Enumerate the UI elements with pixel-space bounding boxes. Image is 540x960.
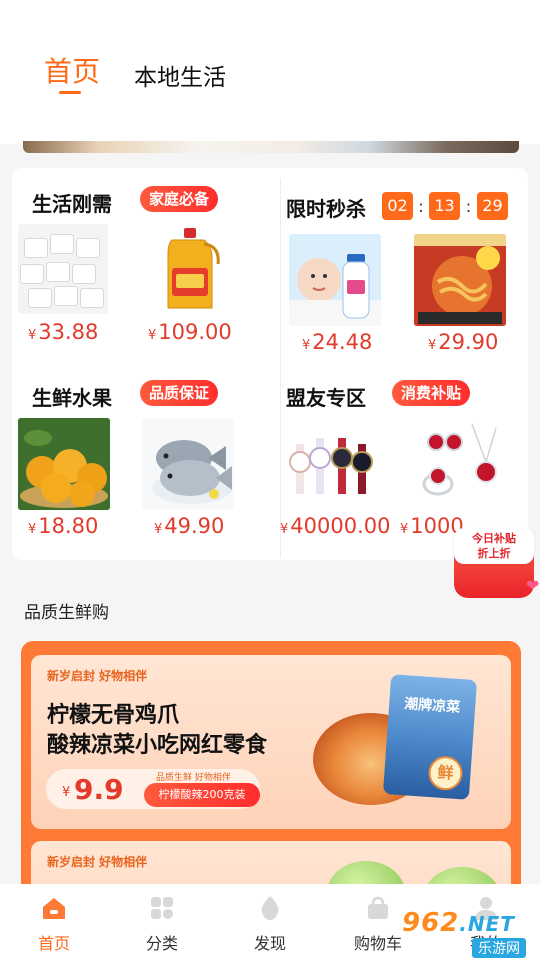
currency-symbol: ¥ [62, 785, 71, 800]
section-title-fresh-fruit[interactable]: 生鲜水果 [32, 382, 112, 411]
heart-icon: ❤ [526, 576, 540, 595]
section-title-daily[interactable]: 生活刚需 [32, 188, 112, 217]
nav-discover[interactable]: 发现 [230, 894, 310, 954]
product-price: ¥49.90 [154, 514, 225, 538]
tab-active-indicator [59, 91, 81, 94]
product-image-oranges[interactable] [18, 418, 110, 510]
product-image-ruby-jewelry[interactable] [414, 418, 506, 510]
nav-category[interactable]: 分类 [122, 894, 202, 954]
promo-headline: 柠檬无骨鸡爪 [47, 703, 180, 728]
promo-kicker: 新岁启封 好物相伴 [47, 669, 148, 683]
banner-carousel[interactable] [23, 141, 519, 153]
product-image-tissue[interactable] [18, 224, 108, 314]
tab-local-life[interactable]: 本地生活 [134, 58, 226, 92]
section-divider [280, 178, 281, 558]
product-price: ¥18.80 [28, 514, 99, 538]
category-icon [151, 897, 173, 919]
product-price: ¥29.90 [428, 330, 499, 354]
section-badge-daily: 家庭必备 [140, 186, 219, 212]
product-price: ¥33.88 [28, 320, 99, 344]
home-icon [43, 898, 65, 919]
timer-seconds: 29 [477, 192, 508, 220]
product-image-pomfret-fish[interactable] [142, 418, 234, 510]
promo-price-tag: 品质生鲜 好物相伴 [156, 773, 231, 783]
timer-minutes: 13 [429, 192, 460, 220]
section-title-flash-sale[interactable]: 限时秒杀 [286, 193, 366, 222]
countdown-timer: 02 : 13 : 29 [382, 192, 508, 220]
promo-kicker: 新岁启封 好物相伴 [47, 855, 148, 869]
promo-price-pill[interactable]: ¥ 9.9 品质生鲜 好物相伴 柠檬酸辣200克装 [45, 768, 261, 810]
product-price: ¥24.48 [302, 330, 373, 354]
tab-home[interactable]: 首页 [44, 50, 100, 90]
product-image-baby-lotion[interactable] [289, 234, 381, 326]
promo-card-chicken-feet[interactable]: 新岁启封 好物相伴 柠檬无骨鸡爪 酸辣凉菜小吃网红零食 ¥ 9.9 品质生鲜 好… [31, 655, 511, 829]
discover-icon [261, 896, 279, 920]
cart-icon [368, 896, 388, 919]
top-header: 首页 本地生活 [0, 0, 540, 144]
section-badge-alliance: 消费补贴 [392, 380, 471, 406]
subsidy-floating-button[interactable]: 今日补贴 折上折 ❤ [446, 526, 540, 600]
promo-buy-button[interactable]: 柠檬酸辣200克装 [144, 783, 260, 807]
product-price: ¥40000.00 [280, 514, 391, 538]
timer-hours: 02 [382, 192, 413, 220]
section-title-alliance[interactable]: 盟友专区 [286, 382, 366, 411]
nav-home[interactable]: 首页 [14, 894, 94, 954]
quality-fresh-title: 品质生鲜购 [24, 603, 109, 623]
product-image-spicy-noodle[interactable] [414, 234, 506, 326]
section-badge-fresh: 品质保证 [140, 380, 219, 406]
product-image-watches[interactable] [286, 418, 378, 510]
promo-price: 9.9 [74, 773, 124, 806]
promo-subheadline: 酸辣凉菜小吃网红零食 [47, 733, 268, 758]
product-image-cooking-oil[interactable] [142, 224, 232, 314]
subsidy-label: 今日补贴 折上折 [454, 528, 534, 564]
site-watermark: 962.NET 乐游网 [400, 908, 540, 958]
snack-package-image: 潮牌凉菜 鲜 [382, 674, 478, 800]
product-price: ¥109.00 [148, 320, 232, 344]
category-sections: 生活刚需 家庭必备 ¥33.88 ¥109.00 限时秒杀 02 : 13 : … [12, 168, 528, 560]
